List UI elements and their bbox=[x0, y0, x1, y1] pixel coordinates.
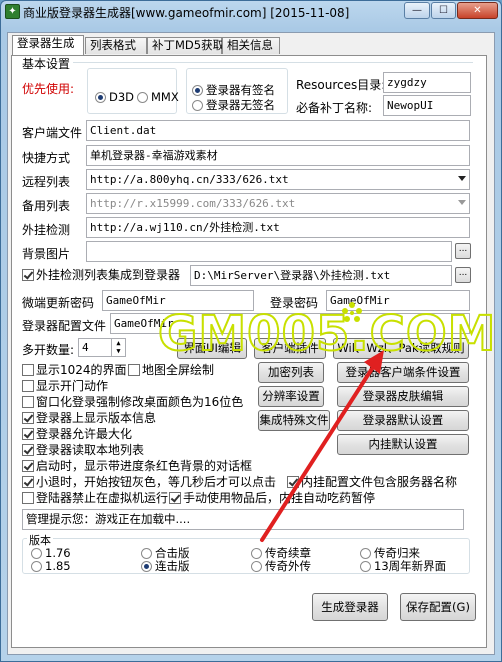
watermark-overlay: GM005.COM bbox=[157, 302, 496, 542]
watermark-text: GM005.COM bbox=[158, 306, 496, 362]
arrow-icon bbox=[260, 362, 377, 542]
tab-generator[interactable]: 登录器生成 bbox=[12, 35, 84, 55]
